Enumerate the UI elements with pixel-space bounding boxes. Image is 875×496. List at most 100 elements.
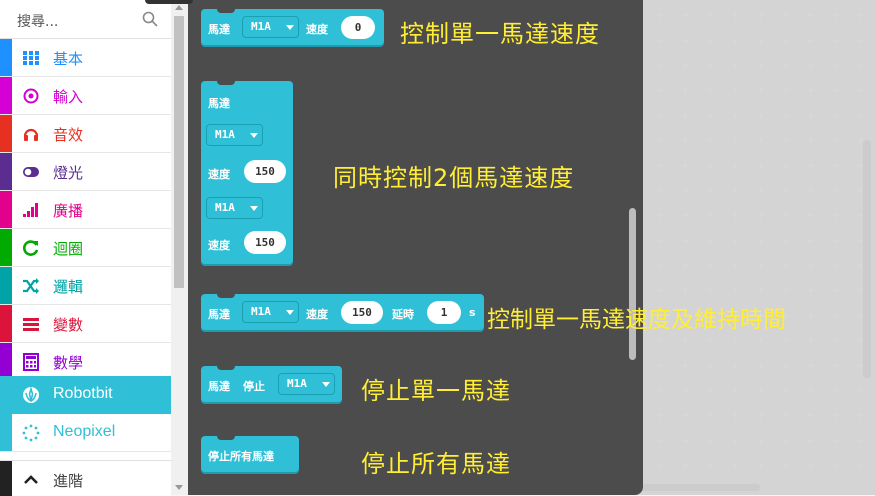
grid-plus-mark: + [706,134,716,147]
motor-speed-delay-block[interactable]: 馬達 M1A 速度 150 延時 1 s [201,294,484,330]
grid-plus-mark: + [656,9,666,22]
grid-plus-mark: + [731,434,741,447]
grid-plus-mark: + [756,34,766,47]
flyout-scrollbar[interactable] [629,208,636,360]
grid-plus-mark: + [681,109,691,122]
grid-plus-mark: + [656,159,666,172]
category-label: 變數 [53,316,84,334]
signal-icon [23,203,38,217]
grid-plus-mark: + [656,334,666,347]
grid-plus-mark: + [756,259,766,272]
search-box[interactable]: 搜尋... [0,0,171,39]
grid-plus-mark: + [756,359,766,372]
grid-plus-mark: + [756,84,766,97]
search-input[interactable]: 搜尋... [17,11,58,31]
category-led[interactable]: 燈光 [0,153,171,191]
grid-plus-mark: + [706,234,716,247]
grid-plus-mark: + [831,209,841,222]
workspace-vertical-scrollbar[interactable] [863,140,871,378]
grid-icon [23,51,39,65]
grid-plus-mark: + [731,409,741,422]
category-basic[interactable]: 基本 [0,39,171,77]
category-stripe [0,343,12,380]
grid-plus-mark: + [656,209,666,222]
port-dropdown[interactable]: M1A [242,16,299,38]
grid-plus-mark: + [806,284,816,297]
grid-plus-mark: + [806,409,816,422]
block-notch [217,9,235,13]
grid-plus-mark: + [656,434,666,447]
toolbox-scroll-thumb[interactable] [174,16,184,288]
grid-plus-mark: + [806,359,816,372]
grid-plus-mark: + [706,409,716,422]
block-text-stop: 停止 [243,380,265,393]
headphone-icon [23,128,39,141]
grid-plus-mark: + [656,109,666,122]
category-music[interactable]: 音效 [0,115,171,153]
delay-input[interactable]: 1 [427,301,461,324]
port-dropdown[interactable]: M1A [242,301,299,323]
port-dropdown-2[interactable]: M1A [206,197,263,219]
stop-all-motors-block[interactable]: 停止所有馬達 [201,436,299,472]
grid-plus-mark: + [681,259,691,272]
search-icon[interactable] [141,10,159,28]
grid-plus-mark: + [831,84,841,97]
grid-plus-mark: + [756,434,766,447]
grid-plus-mark: + [656,84,666,97]
category-label: 邏輯 [53,278,84,296]
rebel-icon [23,386,39,403]
speed-input[interactable]: 150 [341,301,383,324]
category-label: 廣播 [53,202,84,220]
grid-plus-mark: + [706,209,716,222]
toolbox-scrollbar[interactable] [171,0,188,495]
category-label: 基本 [53,50,84,68]
grid-plus-mark: + [706,184,716,197]
speed-input-2[interactable]: 150 [244,231,286,254]
block-text-unit: s [469,306,476,319]
motor-speed-block[interactable]: 馬達 M1A 速度 0 [201,9,384,45]
category-robotbit[interactable]: Robotbit [0,376,171,415]
category-variables[interactable]: 變數 [0,305,171,343]
annotation-stop-single: 停止單一馬達 [361,377,511,405]
annotation-stop-all: 停止所有馬達 [361,450,511,478]
category-loops[interactable]: 迴圈 [0,229,171,267]
grid-plus-mark: + [756,334,766,347]
speed-input-1[interactable]: 150 [244,160,286,183]
grid-plus-mark: + [756,59,766,72]
category-logic[interactable]: 邏輯 [0,267,171,305]
motor-stop-block[interactable]: 馬達 停止 M1A [201,366,342,402]
port-dropdown-1[interactable]: M1A [206,124,263,146]
grid-plus-mark: + [731,159,741,172]
grid-plus-mark: + [656,34,666,47]
dropdown-value: M1A [215,201,235,214]
port-dropdown[interactable]: M1A [278,373,335,395]
category-input[interactable]: 輸入 [0,77,171,115]
grid-plus-mark: + [756,109,766,122]
grid-plus-mark: + [831,359,841,372]
grid-plus-mark: + [731,334,741,347]
shuffle-icon [23,278,39,294]
grid-plus-mark: + [731,209,741,222]
speed-input[interactable]: 0 [341,16,375,39]
grid-plus-mark: + [831,309,841,322]
category-neopixel[interactable]: Neopixel [0,414,171,452]
grid-plus-mark: + [781,459,791,472]
grid-plus-mark: + [806,259,816,272]
grid-plus-mark: + [831,184,841,197]
scroll-down-arrow-icon[interactable] [175,485,183,490]
scroll-up-arrow-icon[interactable] [175,5,183,10]
grid-plus-mark: + [706,359,716,372]
block-text-stop-all: 停止所有馬達 [208,450,274,463]
grid-plus-mark: + [731,259,741,272]
dropdown-caret-icon [322,382,330,387]
dropdown-value: M1A [251,305,271,318]
grid-plus-mark: + [731,34,741,47]
category-label: Neopixel [53,423,116,440]
category-advanced[interactable]: 進階 [0,460,171,496]
dropdown-caret-icon [250,206,258,211]
grid-plus-mark: + [756,384,766,397]
block-text-motor: 馬達 [208,308,230,321]
dual-motor-speed-block[interactable]: 馬達 M1A 速度 150 M1A 速度 150 [201,81,293,264]
category-radio[interactable]: 廣播 [0,191,171,229]
grid-plus-mark: + [806,109,816,122]
